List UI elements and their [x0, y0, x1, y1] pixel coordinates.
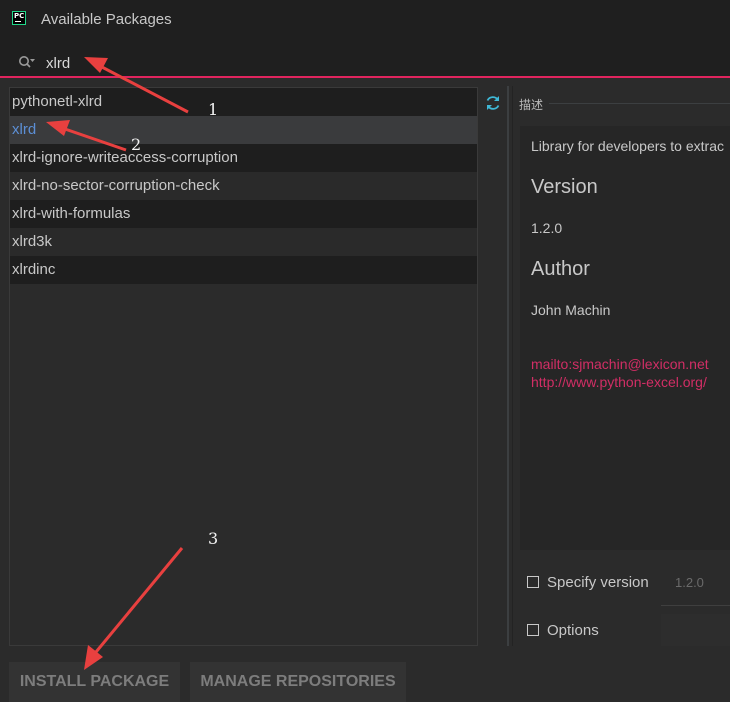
search-input[interactable] [46, 53, 346, 73]
manage-repositories-button[interactable]: MANAGE REPOSITORIES [190, 662, 406, 702]
specify-version-label[interactable]: Specify version [547, 574, 649, 591]
author-value: John Machin [531, 302, 611, 318]
package-item[interactable]: xlrd-no-sector-corruption-check [10, 172, 477, 200]
section-divider [549, 103, 730, 104]
annotation-number-2: 2 [131, 135, 142, 154]
package-item[interactable]: xlrd3k [10, 228, 477, 256]
search-icon [19, 56, 35, 68]
pane-divider-shadow [512, 86, 513, 646]
window-title: Available Packages [41, 11, 172, 28]
options-input[interactable] [661, 614, 730, 646]
refresh-icon[interactable] [484, 94, 502, 112]
package-item[interactable]: pythonetl-xlrd [10, 88, 477, 116]
version-select[interactable]: 1.2.0 [675, 575, 704, 590]
install-package-button[interactable]: INSTALL PACKAGE [9, 662, 180, 702]
author-heading: Author [531, 258, 590, 280]
package-item[interactable]: xlrd-with-formulas [10, 200, 477, 228]
package-item[interactable]: xlrdinc [10, 256, 477, 284]
package-item[interactable]: xlrd-ignore-writeaccess-corruption [10, 144, 477, 172]
description-text: Library for developers to extrac [531, 138, 724, 154]
description-section-label: 描述 [519, 98, 544, 112]
annotation-number-3: 3 [208, 529, 219, 548]
pane-divider[interactable] [507, 86, 509, 646]
options-label[interactable]: Options [547, 622, 599, 639]
annotation-number-1: 1 [208, 100, 219, 119]
version-value: 1.2.0 [531, 220, 563, 236]
homepage-link[interactable]: http://www.python-excel.org/ [531, 374, 707, 390]
pycharm-icon: PC [12, 11, 26, 25]
package-item-selected[interactable]: xlrd [10, 116, 477, 144]
package-list[interactable]: pythonetl-xlrd xlrd xlrd-ignore-writeacc… [9, 87, 478, 646]
email-link[interactable]: mailto:sjmachin@lexicon.net [531, 356, 709, 372]
options-checkbox[interactable] [527, 624, 539, 636]
specify-version-checkbox[interactable] [527, 576, 539, 588]
version-heading: Version [531, 176, 598, 198]
version-select-underline [661, 605, 730, 606]
